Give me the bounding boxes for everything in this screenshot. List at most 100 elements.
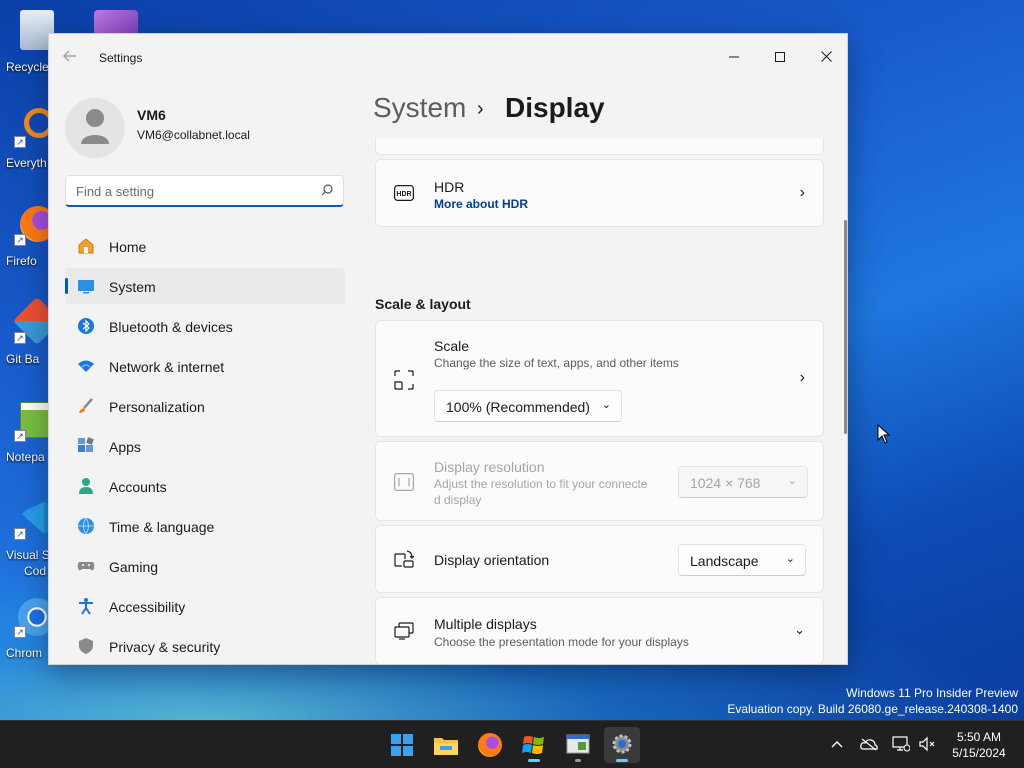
onedrive-icon [860, 738, 878, 751]
scrollbar-thumb[interactable] [844, 220, 847, 434]
multiple-displays-card[interactable]: Multiple displays Choose the presentatio… [375, 597, 824, 664]
search-icon[interactable] [321, 184, 333, 196]
watermark-line2: Evaluation copy. Build 26080.ge_release.… [727, 702, 1018, 716]
back-button[interactable] [63, 50, 81, 66]
svg-text:HDR: HDR [396, 191, 411, 198]
windows-app-button[interactable] [516, 727, 552, 763]
sidebar-item-label: Bluetooth & devices [109, 319, 233, 335]
start-button[interactable] [384, 727, 420, 763]
title-bar[interactable]: Settings [49, 34, 847, 80]
chevron-down-icon[interactable]: ⌄ [794, 622, 805, 638]
tray-overflow-button[interactable] [827, 735, 847, 755]
clock-time: 5:50 AM [956, 730, 1002, 744]
settings-window: Settings VM6 VM6@collabnet.local Find a … [48, 33, 848, 665]
sidebar-item-label: Network & internet [109, 359, 225, 375]
app-title: Settings [99, 51, 143, 65]
sidebar-item-time-language[interactable]: Time & language [65, 508, 345, 544]
shortcut-arrow-icon: ↗ [14, 234, 26, 246]
chevron-down-icon: ⌄ [601, 399, 611, 411]
file-explorer-icon [434, 738, 458, 755]
clock-date: 5/15/2024 [952, 746, 1006, 760]
sidebar-item-label: Accounts [109, 479, 167, 495]
search-box[interactable] [65, 175, 344, 207]
maximize-icon [775, 52, 785, 62]
file-explorer-button[interactable] [428, 727, 464, 763]
shortcut-arrow-icon: ↗ [14, 626, 26, 638]
minimize-button[interactable] [711, 42, 757, 72]
system-clock[interactable]: 5:50 AM 5/15/2024 [940, 729, 1018, 761]
close-button[interactable] [803, 42, 847, 72]
page-title: Display [505, 92, 605, 123]
running-indicator [575, 759, 581, 762]
volume-icon [919, 736, 935, 752]
sidebar-item-system[interactable]: System [65, 268, 345, 304]
firefox-taskbar-button[interactable] [472, 727, 508, 763]
user-email: VM6@collabnet.local [137, 128, 250, 142]
sidebar-item-accounts[interactable]: Accounts [65, 468, 345, 504]
back-arrow-icon [63, 50, 76, 62]
resolution-title: Display resolution [434, 459, 545, 475]
display-orientation-card[interactable]: Display orientation Landscape ⌄ [375, 525, 824, 593]
sidebar-item-privacy-security[interactable]: Privacy & security [65, 628, 345, 664]
taskbar: 5:50 AM 5/15/2024 [0, 720, 1024, 768]
scale-icon [394, 370, 414, 390]
resolution-dropdown-value: 1024 × 768 [690, 475, 761, 491]
shortcut-arrow-icon: ↗ [14, 430, 26, 442]
scale-title: Scale [434, 338, 470, 354]
sidebar-item-label: System [109, 279, 156, 295]
sidebar-item-bluetooth[interactable]: Bluetooth & devices [65, 308, 345, 344]
scale-subtitle: Change the size of text, apps, and other… [434, 356, 679, 370]
gamepad-icon [77, 562, 95, 571]
orientation-title: Display orientation [434, 552, 550, 568]
sidebar-item-gaming[interactable]: Gaming [65, 548, 345, 584]
monitor-icon [892, 736, 911, 752]
running-indicator [528, 759, 540, 762]
settings-card-partial[interactable] [375, 138, 824, 155]
chevron-right-icon[interactable]: › [800, 369, 805, 387]
maximize-button[interactable] [757, 42, 803, 72]
shortcut-arrow-icon: ↗ [14, 332, 26, 344]
volume-tray-button[interactable] [917, 735, 937, 755]
settings-icon [612, 734, 632, 754]
sidebar-nav: Home System Bluetooth & devices Network … [65, 228, 345, 664]
sidebar-item-accessibility[interactable]: Accessibility [65, 588, 345, 624]
firefox-icon [478, 733, 502, 757]
sidebar-item-apps[interactable]: Apps [65, 428, 345, 464]
hdr-title: HDR [434, 179, 465, 195]
settings-content[interactable]: HDR HDR More about HDR › Scale & layout … [375, 138, 824, 664]
shortcut-arrow-icon: ↗ [14, 528, 26, 540]
user-profile[interactable]: VM6 VM6@collabnet.local [65, 98, 355, 158]
close-icon [820, 51, 832, 62]
sidebar-item-label: Time & language [109, 519, 215, 535]
scale-dropdown[interactable]: 100% (Recommended) ⌄ [434, 390, 622, 422]
shield-icon [79, 638, 93, 654]
bluetooth-icon [78, 318, 94, 334]
accessibility-icon [79, 598, 93, 615]
hdr-card[interactable]: HDR HDR More about HDR › [375, 159, 824, 227]
person-icon [81, 109, 109, 144]
sidebar-item-label: Apps [109, 439, 141, 455]
scale-card[interactable]: Scale Change the size of text, apps, and… [375, 320, 824, 437]
terminal-icon [566, 734, 590, 754]
sidebar-item-label: Privacy & security [109, 639, 221, 655]
resolution-icon [394, 473, 414, 491]
sidebar-item-label: Gaming [109, 559, 159, 575]
onedrive-tray-button[interactable] [859, 735, 879, 755]
hdr-link[interactable]: More about HDR [434, 197, 528, 211]
orientation-icon [394, 550, 414, 568]
resolution-subtitle-line2: d display [434, 493, 482, 507]
settings-taskbar-button[interactable] [604, 727, 640, 763]
sidebar-item-network[interactable]: Network & internet [65, 348, 345, 384]
shortcut-arrow-icon: ↗ [14, 136, 26, 148]
sidebar-item-home[interactable]: Home [65, 228, 345, 264]
terminal-button[interactable] [560, 727, 596, 763]
globe-icon [78, 517, 94, 535]
breadcrumb-parent[interactable]: System [373, 92, 466, 124]
orientation-dropdown[interactable]: Landscape ⌄ [678, 544, 806, 576]
watermark-line1: Windows 11 Pro Insider Preview [846, 686, 1018, 700]
network-tray-button[interactable] [891, 735, 911, 755]
sidebar-item-personalization[interactable]: Personalization [65, 388, 345, 424]
chevron-down-icon: ⌄ [785, 553, 795, 565]
accounts-icon [79, 478, 93, 494]
search-input[interactable] [76, 182, 306, 200]
